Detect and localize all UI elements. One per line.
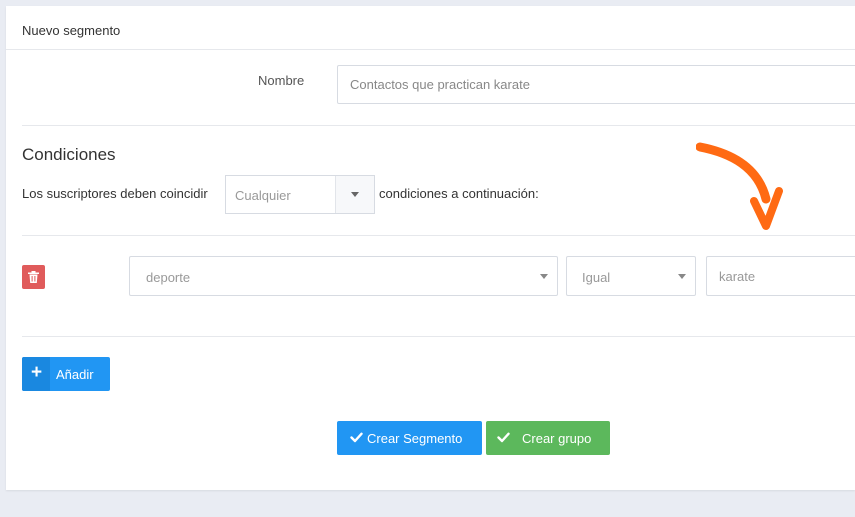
chevron-down-icon [540, 274, 548, 279]
add-condition-button[interactable]: + Añadir [22, 357, 110, 391]
add-icon-zone: + [22, 357, 50, 391]
plus-icon: + [31, 362, 43, 383]
panel-title: Nuevo segmento [22, 23, 121, 38]
curved-arrow-icon [696, 142, 783, 230]
create-group-label: Crear grupo [522, 431, 592, 446]
match-type-value: Cualquier [235, 188, 291, 203]
check-icon [350, 432, 363, 443]
condition-operator-select[interactable]: Igual [566, 256, 696, 296]
chevron-down-icon [351, 192, 359, 197]
create-segment-label: Crear Segmento [367, 431, 463, 446]
trash-icon [28, 271, 39, 283]
create-segment-button[interactable]: Crear Segmento [337, 421, 482, 455]
condition-field-value: deporte [146, 270, 191, 285]
check-icon [497, 432, 510, 443]
new-segment-panel: Nuevo segmento Nombre Condiciones Los su… [6, 6, 855, 490]
divider [22, 336, 855, 337]
divider [22, 125, 855, 126]
create-group-button[interactable]: Crear grupo [486, 421, 610, 455]
chevron-down-icon [678, 274, 686, 279]
condition-field-select[interactable]: deporte [129, 256, 558, 296]
add-condition-label: Añadir [56, 367, 94, 382]
divider [6, 49, 855, 50]
conditions-title: Condiciones [22, 145, 116, 164]
match-type-dropdown-toggle[interactable] [335, 176, 374, 213]
match-prefix-text: Los suscriptores deben coincidir [22, 186, 208, 201]
match-suffix-text: condiciones a continuación: [379, 186, 539, 201]
name-label: Nombre [258, 73, 305, 88]
divider [22, 235, 855, 236]
condition-operator-value: Igual [582, 270, 611, 285]
segment-name-input[interactable] [337, 65, 855, 104]
condition-value-input[interactable] [706, 256, 855, 296]
match-type-select[interactable]: Cualquier [225, 175, 375, 214]
delete-condition-button[interactable] [22, 265, 45, 289]
